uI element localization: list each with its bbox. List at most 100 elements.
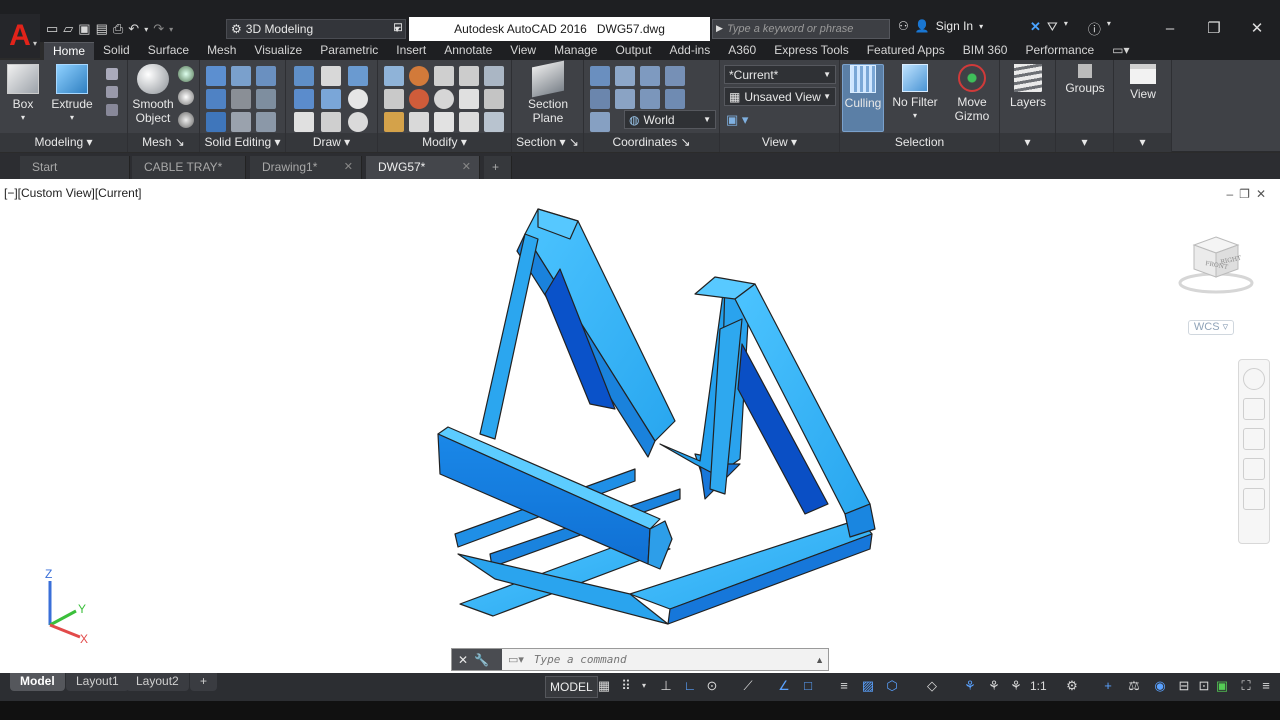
redo-icon[interactable]: ↷ bbox=[153, 21, 164, 37]
rectangle-icon[interactable] bbox=[321, 112, 341, 132]
exchange-icon[interactable]: ✕ bbox=[1030, 19, 1041, 38]
smooth-object-button[interactable]: Smooth Object bbox=[130, 64, 176, 125]
extract-edges-icon[interactable] bbox=[256, 89, 276, 109]
layout-tab-layout2[interactable]: Layout2 bbox=[126, 673, 189, 691]
no-filter-button[interactable]: No Filter ▾ bbox=[890, 64, 940, 123]
intersect-icon[interactable] bbox=[206, 112, 226, 132]
file-tab[interactable]: Drawing1* ✕ bbox=[250, 156, 362, 179]
sign-in-button[interactable]: ⚇ 👤 Sign In ▾ bbox=[898, 19, 983, 33]
tab-add-ins[interactable]: Add-ins bbox=[661, 42, 720, 60]
smooth-more-icon[interactable] bbox=[178, 66, 194, 82]
tab-bim-360[interactable]: BIM 360 bbox=[954, 42, 1017, 60]
layout-tab-model[interactable]: Model bbox=[10, 673, 65, 691]
ucs-z-axis-icon[interactable] bbox=[665, 89, 685, 109]
refine-mesh-icon[interactable] bbox=[178, 112, 194, 128]
a360-icon[interactable]: ⛛ bbox=[1047, 19, 1058, 38]
ucs-dropdown[interactable]: ◍ World ▼ bbox=[624, 110, 716, 129]
ribbon-minimize-icon[interactable]: ▭▾ bbox=[1103, 42, 1138, 60]
arc-icon[interactable] bbox=[348, 66, 368, 86]
subtract-icon[interactable] bbox=[206, 89, 226, 109]
offset-icon[interactable] bbox=[384, 89, 404, 109]
tab-a360[interactable]: A360 bbox=[719, 42, 765, 60]
3d-rotate-icon[interactable] bbox=[409, 89, 429, 109]
tab-parametric[interactable]: Parametric bbox=[311, 42, 387, 60]
file-tab[interactable]: Start bbox=[20, 156, 130, 179]
command-history-icon[interactable]: ▲ bbox=[815, 655, 824, 665]
isodraft-icon[interactable]: ⟋ bbox=[740, 678, 756, 694]
viewport-close-icon[interactable]: ✕ bbox=[1256, 187, 1266, 201]
customize-qat-icon[interactable]: ⊟ bbox=[393, 20, 403, 34]
close-tab-icon[interactable]: ✕ bbox=[462, 156, 471, 178]
tab-output[interactable]: Output bbox=[606, 42, 660, 60]
application-menu-button[interactable]: A ▾ bbox=[0, 14, 40, 58]
infer-constraints-icon[interactable]: ⊥ bbox=[658, 678, 674, 694]
move-icon[interactable] bbox=[434, 66, 454, 86]
ucs-3-point-icon[interactable] bbox=[590, 112, 610, 132]
mirror-icon[interactable] bbox=[484, 89, 504, 109]
polygon-icon[interactable] bbox=[294, 112, 314, 132]
separate-icon[interactable] bbox=[256, 66, 276, 86]
tab-express-tools[interactable]: Express Tools bbox=[765, 42, 857, 60]
search-input[interactable]: ▶ Type a keyword or phrase bbox=[712, 19, 890, 39]
plot-icon[interactable]: ⎙ bbox=[113, 21, 123, 37]
ucs-icon[interactable] bbox=[590, 66, 610, 86]
command-input[interactable] bbox=[533, 653, 804, 666]
zoom-icon[interactable] bbox=[1243, 428, 1265, 450]
close-button[interactable]: ✕ bbox=[1237, 16, 1277, 40]
3d-array-icon[interactable] bbox=[484, 112, 504, 132]
tab-home[interactable]: Home bbox=[44, 42, 95, 60]
ucs-world-icon[interactable] bbox=[615, 66, 635, 86]
annotation-visibility-icon[interactable]: ⚘ bbox=[986, 678, 1002, 694]
new-icon[interactable]: ▭ bbox=[46, 21, 58, 37]
dynamic-ucs-icon[interactable]: ⚘ bbox=[962, 678, 978, 694]
rotate-icon[interactable] bbox=[434, 89, 454, 109]
binoculars-icon[interactable]: ⚇ bbox=[898, 19, 909, 33]
transparency-icon[interactable]: ▨ bbox=[860, 678, 876, 694]
lock-ui-icon[interactable]: ⊟ bbox=[1176, 678, 1192, 694]
trim-icon[interactable] bbox=[384, 112, 404, 132]
panel-title-selection[interactable]: Selection bbox=[840, 133, 999, 152]
fillet-icon[interactable] bbox=[384, 66, 404, 86]
thicken-icon[interactable] bbox=[231, 112, 251, 132]
copy-icon[interactable] bbox=[459, 66, 479, 86]
units-icon[interactable]: ⚖ bbox=[1126, 678, 1142, 694]
layers-button[interactable]: Layers bbox=[1004, 64, 1052, 109]
3d-object-snap-icon[interactable]: ◇ bbox=[924, 678, 940, 694]
annotation-scale[interactable]: 1:1 bbox=[1030, 679, 1047, 693]
ucs-origin-icon[interactable] bbox=[640, 89, 660, 109]
panel-title-solid-editing[interactable]: Solid Editing ▾ bbox=[200, 133, 285, 152]
ucs-object-icon[interactable] bbox=[590, 89, 610, 109]
groups-button[interactable]: Groups bbox=[1060, 64, 1110, 95]
section-plane-button[interactable]: Section Plane bbox=[522, 60, 574, 125]
3d-mirror-icon[interactable] bbox=[459, 112, 479, 132]
interfere-icon[interactable] bbox=[231, 89, 251, 109]
move-gizmo-button[interactable]: Move Gizmo bbox=[948, 64, 996, 123]
union-icon[interactable] bbox=[206, 66, 226, 86]
open-icon[interactable]: ▱ bbox=[63, 21, 73, 37]
redo-dropdown-icon[interactable]: ▾ bbox=[169, 25, 173, 34]
model-space-button[interactable]: MODEL bbox=[545, 676, 598, 698]
box-button[interactable]: Box ▾ bbox=[4, 64, 42, 125]
named-view-dropdown[interactable]: ▦ Unsaved View ▼ bbox=[724, 87, 836, 106]
tab-visualize[interactable]: Visualize bbox=[245, 42, 311, 60]
3d-scale-icon[interactable] bbox=[409, 112, 429, 132]
ucs-view-icon[interactable] bbox=[615, 89, 635, 109]
tab-mesh[interactable]: Mesh bbox=[198, 42, 245, 60]
line-icon[interactable] bbox=[321, 89, 341, 109]
minimize-button[interactable]: – bbox=[1150, 16, 1190, 40]
smooth-less-icon[interactable] bbox=[178, 89, 194, 105]
panel-title-draw[interactable]: Draw ▾ bbox=[286, 133, 377, 152]
new-layout-button[interactable]: + bbox=[190, 673, 218, 691]
hardware-acceleration-icon[interactable]: ▣ bbox=[1214, 678, 1230, 694]
clean-screen-icon[interactable]: ⛶ bbox=[1238, 678, 1254, 694]
close-tab-icon[interactable]: ✕ bbox=[344, 156, 353, 178]
sweep-icon[interactable] bbox=[106, 104, 118, 116]
phone-stand-model[interactable] bbox=[420, 199, 890, 639]
save-as-icon[interactable]: ▤ bbox=[96, 21, 108, 37]
steering-wheel-icon[interactable] bbox=[1243, 368, 1265, 390]
spline-icon[interactable] bbox=[294, 89, 314, 109]
circle-icon[interactable] bbox=[348, 89, 368, 109]
isolate-objects-icon[interactable]: ⊡ bbox=[1196, 678, 1212, 694]
tab-surface[interactable]: Surface bbox=[139, 42, 198, 60]
annotation-monitor-icon[interactable]: + bbox=[1100, 678, 1116, 694]
